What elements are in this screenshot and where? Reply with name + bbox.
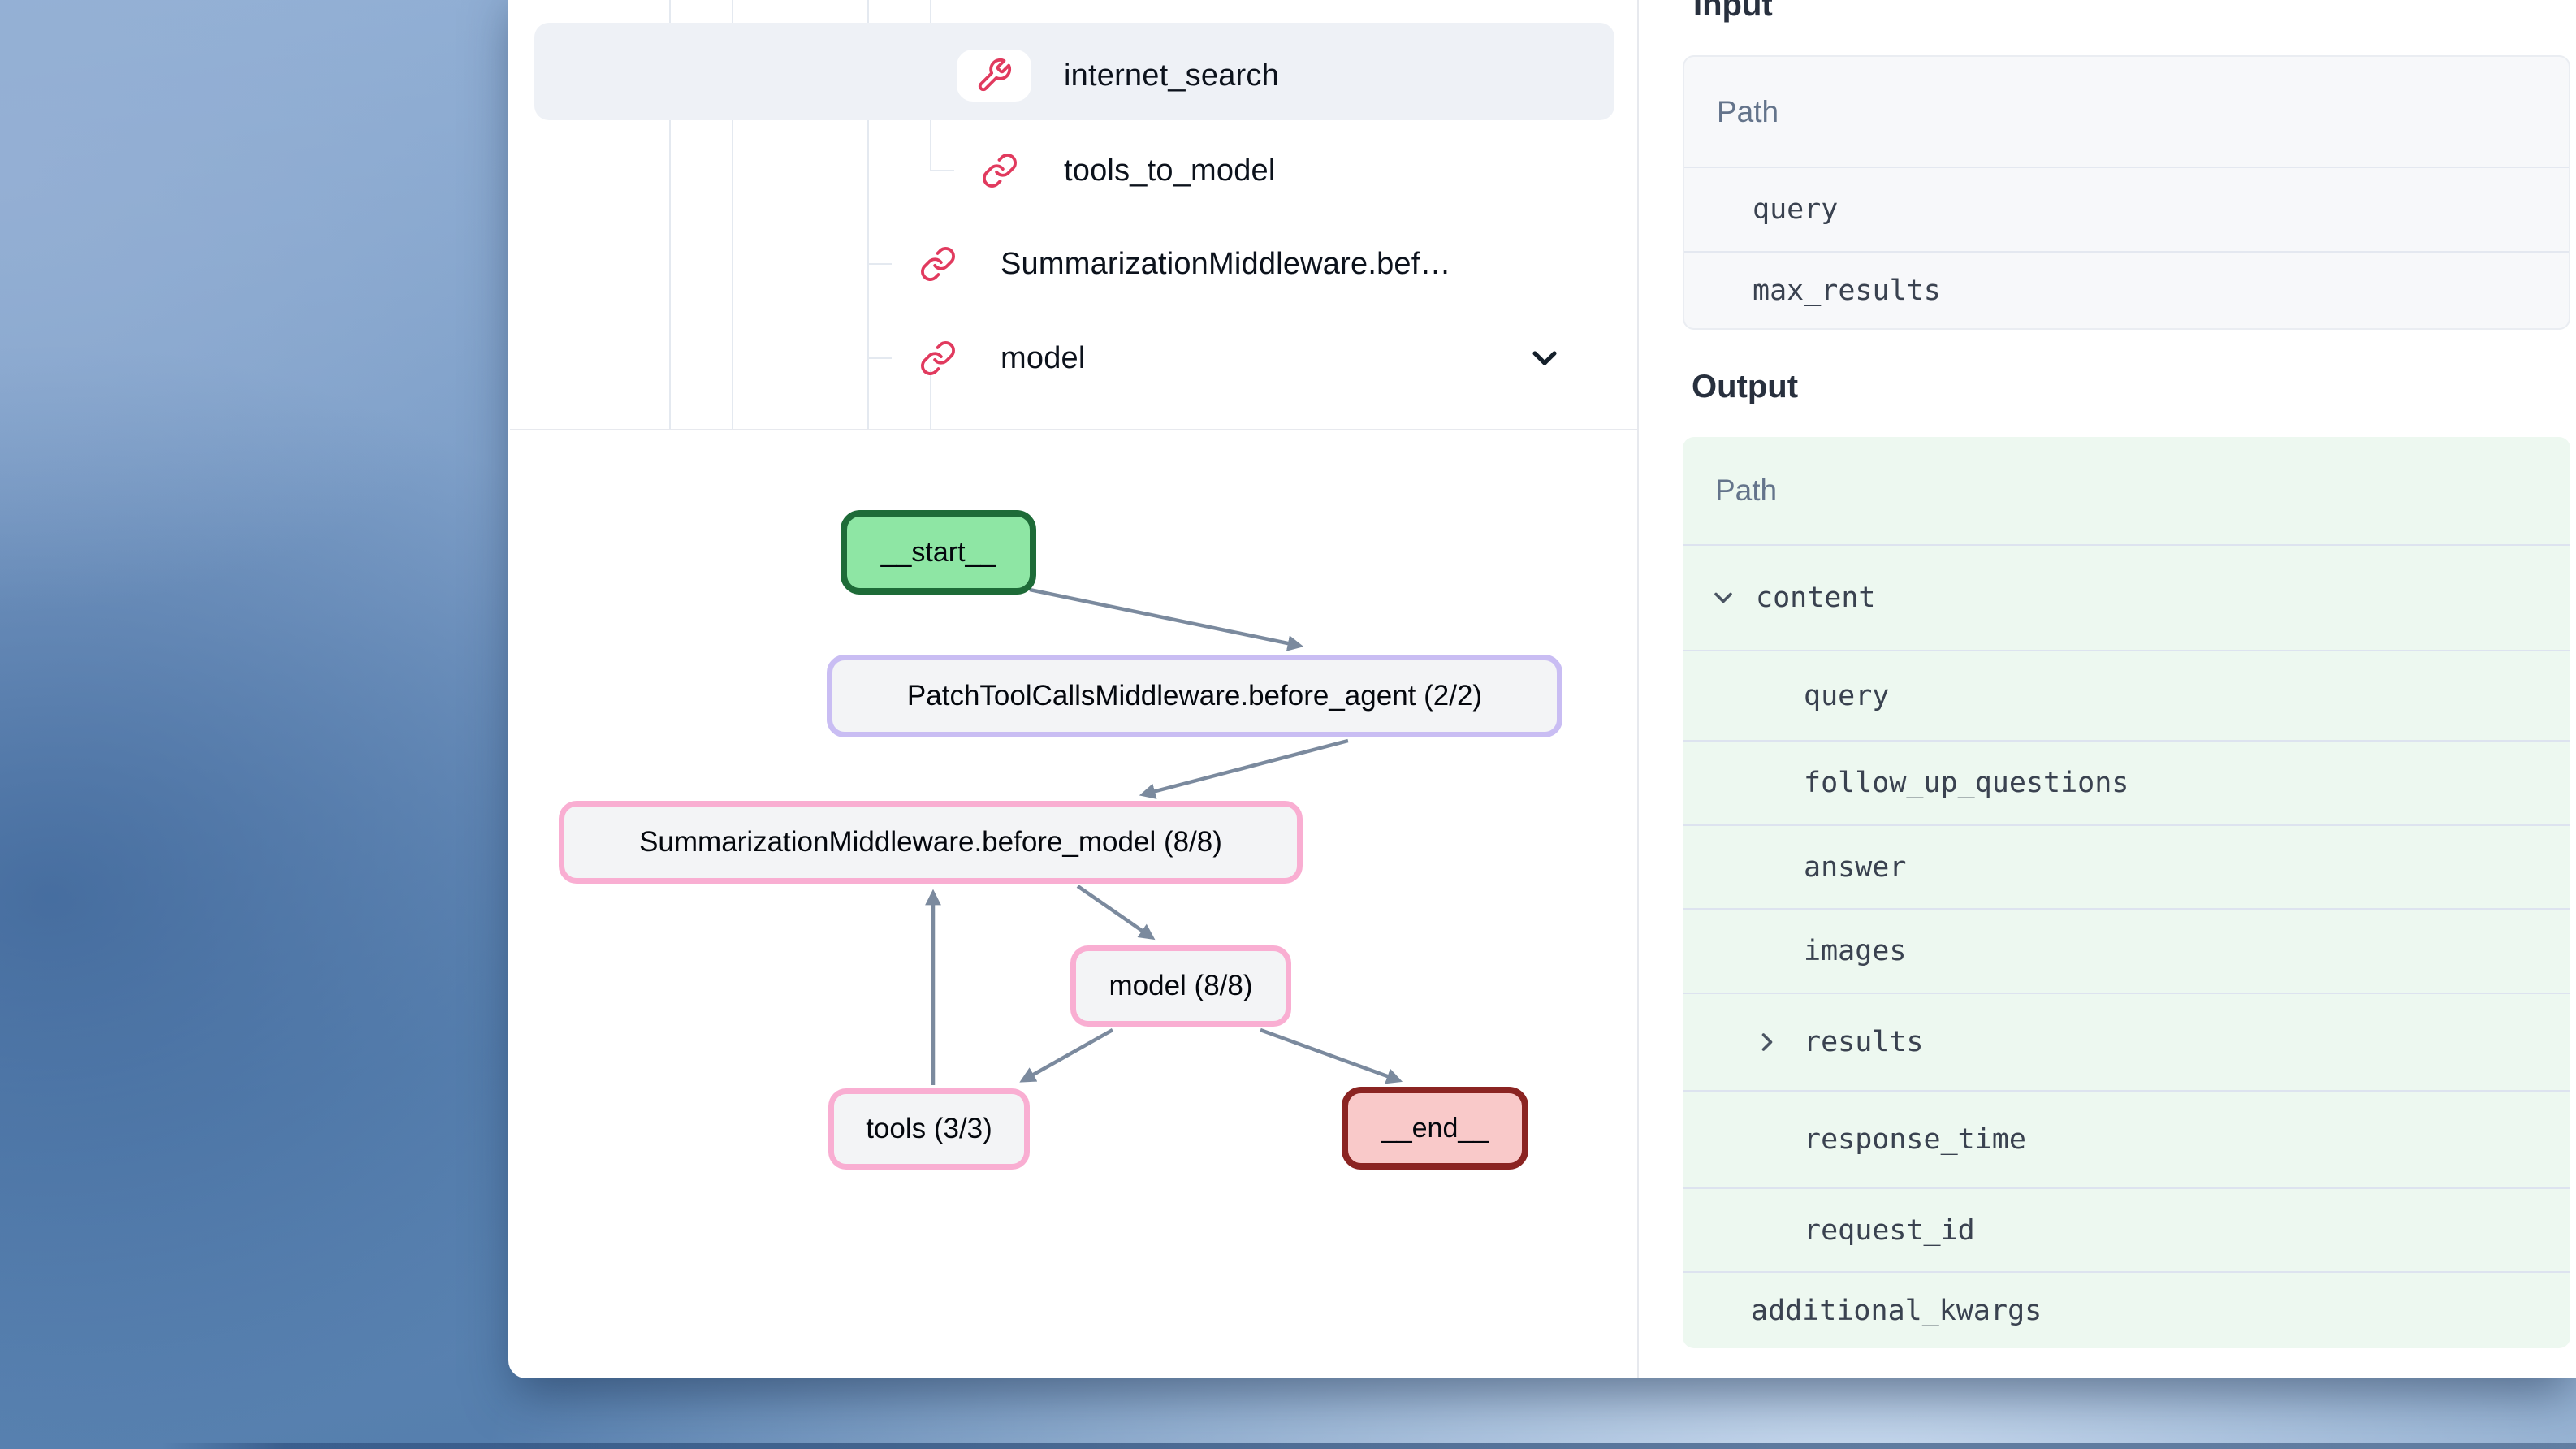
tree-item-model[interactable]: model xyxy=(919,309,1086,407)
chevron-down-icon[interactable] xyxy=(1709,583,1738,612)
wallpaper-dark-edge xyxy=(162,1443,2576,1449)
output-row-results[interactable]: results xyxy=(1683,993,2570,1090)
tree-item-label: tools_to_model xyxy=(1064,154,1276,188)
output-row-query[interactable]: query xyxy=(1683,650,2570,740)
chevron-right-icon[interactable] xyxy=(1753,1027,1782,1057)
path-column-header: Path xyxy=(1715,474,1777,508)
tree-branch-tick xyxy=(867,357,892,359)
tree-item-internet-search[interactable]: internet_search xyxy=(957,27,1279,124)
input-table-header: Path xyxy=(1684,57,2569,167)
output-row-content[interactable]: content xyxy=(1683,544,2570,650)
wrench-icon xyxy=(975,57,1013,94)
graph-node-start[interactable]: __start__ xyxy=(841,510,1036,595)
graph-node-end[interactable]: __end__ xyxy=(1342,1087,1528,1170)
input-row-query[interactable]: query xyxy=(1684,167,2569,251)
output-row-images[interactable]: images xyxy=(1683,908,2570,993)
path-column-header: Path xyxy=(1717,95,1779,129)
output-path-table: Path content query follow_up_questions a… xyxy=(1683,437,2570,1348)
output-table-header: Path xyxy=(1683,437,2570,544)
tree-item-tools-to-model[interactable]: tools_to_model xyxy=(981,122,1276,219)
tree-item-label: model xyxy=(1001,341,1086,376)
graph-node-label: __start__ xyxy=(881,537,996,569)
output-row-request-id[interactable]: request_id xyxy=(1683,1187,2570,1271)
output-row-additional-kwargs[interactable]: additional_kwargs xyxy=(1683,1271,2570,1348)
tree-branch-tick xyxy=(867,263,892,265)
tree-item-label: internet_search xyxy=(1064,58,1279,93)
output-row-answer[interactable]: answer xyxy=(1683,824,2570,908)
output-row-follow-up-questions[interactable]: follow_up_questions xyxy=(1683,740,2570,824)
desktop-background: internet_search tools_to_model Summariza… xyxy=(0,0,2576,1449)
output-row-response-time[interactable]: response_time xyxy=(1683,1090,2570,1187)
input-row-max-results[interactable]: max_results xyxy=(1684,251,2569,328)
graph-node-tools[interactable]: tools (3/3) xyxy=(828,1088,1030,1170)
chevron-down-icon[interactable] xyxy=(1525,339,1564,378)
graph-node-label: __end__ xyxy=(1381,1113,1489,1144)
tool-icon-chip xyxy=(957,50,1031,102)
output-section-title: Output xyxy=(1692,367,1798,406)
link-icon xyxy=(919,245,957,283)
input-section-title: Input xyxy=(1693,0,1773,24)
tree-item-label: SummarizationMiddleware.bef… xyxy=(1001,247,1451,282)
tree-item-summarization-middleware[interactable]: SummarizationMiddleware.bef… xyxy=(919,215,1451,313)
link-icon xyxy=(981,152,1018,189)
tree-branch-tick xyxy=(930,170,954,171)
graph-node-label: SummarizationMiddleware.before_model (8/… xyxy=(639,826,1222,859)
graph-node-patch-tool-calls-middleware[interactable]: PatchToolCallsMiddleware.before_agent (2… xyxy=(827,655,1562,737)
graph-node-label: PatchToolCallsMiddleware.before_agent (2… xyxy=(907,680,1482,712)
graph-node-model[interactable]: model (8/8) xyxy=(1070,945,1291,1027)
input-path-table: Path query max_results xyxy=(1683,55,2570,330)
graph-node-label: model (8/8) xyxy=(1109,970,1252,1002)
graph-node-summarization-middleware[interactable]: SummarizationMiddleware.before_model (8/… xyxy=(559,801,1303,884)
graph-edges xyxy=(508,430,1638,1378)
graph-node-label: tools (3/3) xyxy=(866,1113,992,1145)
link-icon xyxy=(919,340,957,377)
